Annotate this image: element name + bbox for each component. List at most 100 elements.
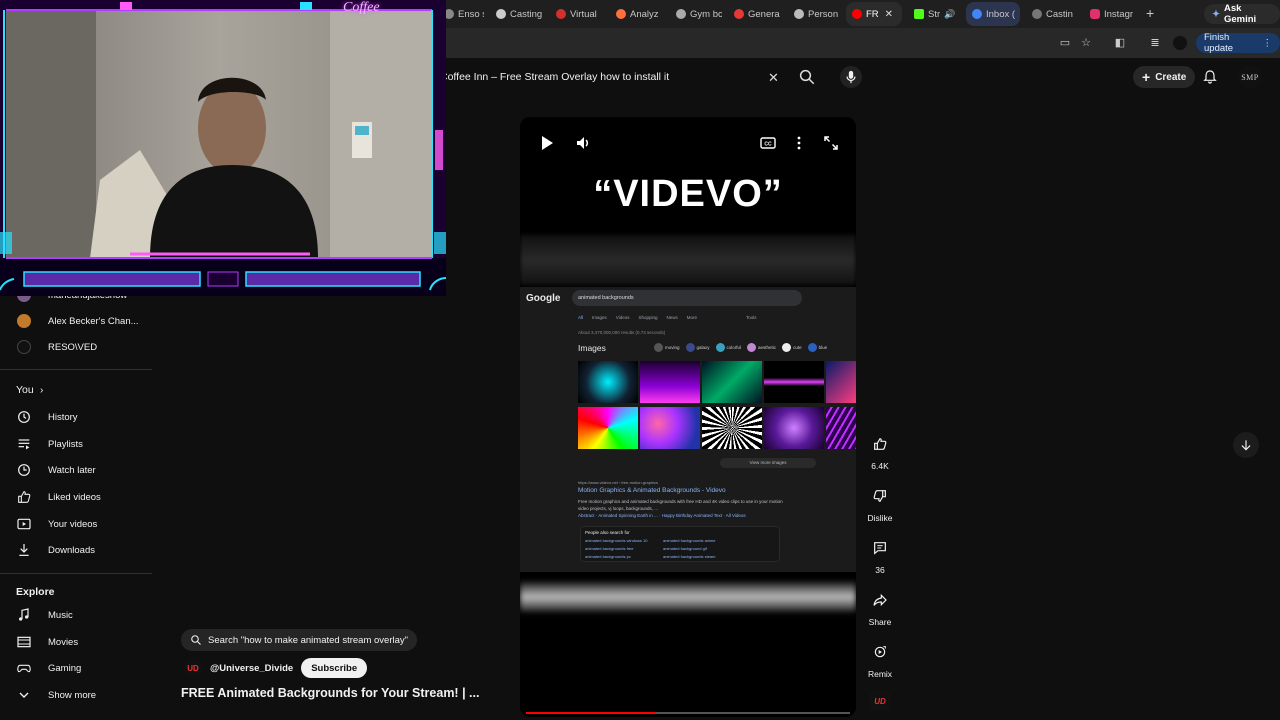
chip-label: blue <box>818 345 828 350</box>
speaker-icon[interactable]: 🔊 <box>944 9 955 20</box>
sidebar-item-label: Liked videos <box>48 491 101 503</box>
like-action[interactable]: 6.4K <box>862 429 898 471</box>
channel-handle[interactable]: @Universe_Divide <box>210 663 293 674</box>
fullscreen-icon[interactable] <box>824 136 838 150</box>
sidebar-subscription-item[interactable]: RESO\VED <box>0 334 152 360</box>
bookmark-star-icon[interactable]: ☆ <box>1079 36 1093 50</box>
dislike-button[interactable] <box>865 481 895 511</box>
tab-search-icon[interactable]: ≣ <box>1148 36 1162 50</box>
profile-icon[interactable] <box>1173 36 1187 50</box>
google-image-chips: moving galaxy colorful aesthetic cute bl… <box>654 343 827 352</box>
sidebar-item-liked-videos[interactable]: Liked videos <box>0 484 152 510</box>
comments-action[interactable]: 36 <box>862 533 898 575</box>
finish-update-label: Finish update <box>1204 32 1234 54</box>
comments-button[interactable] <box>865 533 895 563</box>
short-title[interactable]: FREE Animated Backgrounds for Your Strea… <box>181 686 479 700</box>
install-app-icon[interactable]: ▭ <box>1058 36 1072 50</box>
sidebar-you-header[interactable]: You › <box>0 377 152 403</box>
voice-search-button[interactable] <box>840 66 862 88</box>
sidebar-subscription-item[interactable]: Alex Becker's Chan... <box>0 308 152 334</box>
sidebar-item-label: Movies <box>48 636 79 648</box>
google-tab: Tools <box>746 315 757 320</box>
close-tab-icon[interactable]: ✕ <box>885 9 893 20</box>
sidebar-item-music[interactable]: Music <box>0 602 152 628</box>
finish-update-button[interactable]: Finish update ⋮ <box>1196 32 1280 54</box>
browser-tab[interactable]: Virtual <box>550 2 602 26</box>
notifications-bell-icon[interactable] <box>1202 69 1218 85</box>
google-tab: Videos <box>615 315 630 320</box>
create-button[interactable]: + Create <box>1133 66 1196 88</box>
remix-action[interactable]: Remix <box>862 637 898 679</box>
svg-text:CC: CC <box>764 142 772 148</box>
sidebar-item-history[interactable]: History <box>0 404 152 430</box>
tab-favicon <box>1090 9 1100 19</box>
account-avatar[interactable]: SMP <box>1238 65 1262 89</box>
sidebar-item-playlists[interactable]: Playlists <box>0 431 152 457</box>
browser-tab[interactable]: Person <box>788 2 842 26</box>
pasf-heading: People also search for <box>585 530 630 535</box>
google-tab: Shopping <box>638 315 658 320</box>
pasf-chip: animated backgrounds anime <box>663 538 716 543</box>
sidebar-item-watch-later[interactable]: Watch later <box>0 457 152 483</box>
sidebar-item-show-more[interactable]: Show more <box>0 682 152 708</box>
next-video-button[interactable] <box>1233 432 1259 458</box>
sidebar-item-your-videos[interactable]: Your videos <box>0 511 152 537</box>
like-button[interactable] <box>865 429 895 459</box>
captions-icon[interactable]: CC <box>760 137 776 149</box>
google-image-grid <box>578 361 856 449</box>
ask-gemini-button[interactable]: ✦ Ask Gemini <box>1204 3 1280 25</box>
download-icon <box>19 544 29 556</box>
dislike-label: Dislike <box>867 513 893 523</box>
browser-tab[interactable]: Gym bc <box>670 2 722 26</box>
google-result-stats: About 3,470,000,000 results (0.73 second… <box>578 330 666 335</box>
remix-icon <box>874 646 886 658</box>
browser-tab[interactable]: Str 🔊 <box>908 2 960 26</box>
browser-tab-active[interactable]: FR ✕ <box>846 2 902 26</box>
browser-tab[interactable]: Castin <box>1026 2 1080 26</box>
browser-tab[interactable]: Instagr <box>1084 2 1142 26</box>
search-icon[interactable] <box>798 68 816 86</box>
play-icon[interactable] <box>540 135 554 151</box>
channel-avatar[interactable]: UD <box>184 659 202 677</box>
browser-tab[interactable]: Analyz <box>610 2 664 26</box>
google-result-title: Motion Graphics & Animated Backgrounds -… <box>578 487 726 494</box>
like-count: 6.4K <box>871 461 889 471</box>
dislike-action[interactable]: Dislike <box>862 481 898 523</box>
share-action[interactable]: Share <box>862 585 898 627</box>
blurred-caption-strip <box>520 235 856 285</box>
embedded-google-screenshot: Google animated backgrounds All Images V… <box>520 287 856 572</box>
tab-label: Casting <box>510 8 542 20</box>
comments-count: 36 <box>875 565 885 575</box>
clear-search-icon[interactable]: ✕ <box>768 70 779 86</box>
subscribe-button[interactable]: Subscribe <box>301 658 368 678</box>
tab-favicon <box>676 9 686 19</box>
sidebar-item-gaming[interactable]: Gaming <box>0 655 152 681</box>
share-button[interactable] <box>865 585 895 615</box>
browser-tab[interactable]: Casting <box>490 2 542 26</box>
video-progress-bar[interactable] <box>526 712 850 714</box>
volume-icon[interactable] <box>576 136 592 150</box>
browser-tab[interactable]: Genera <box>728 2 782 26</box>
google-tab: News <box>666 315 678 320</box>
chip-label: colorful <box>726 345 742 350</box>
image-thumbnail <box>826 361 856 403</box>
search-suggestion-chip[interactable]: Search "how to make animated stream over… <box>181 629 418 651</box>
tab-favicon <box>734 9 744 19</box>
audio-source-avatar[interactable]: UD <box>869 691 891 711</box>
shorts-video-player[interactable]: CC “VIDEVO” Google animated backgrounds … <box>520 117 856 717</box>
movies-icon <box>17 636 31 648</box>
tab-favicon <box>616 9 626 19</box>
picture-in-picture-icon[interactable]: ◧ <box>1113 36 1127 50</box>
chevron-right-icon: › <box>40 384 44 396</box>
more-vert-icon[interactable] <box>796 136 802 150</box>
new-tab-button[interactable]: + <box>1146 5 1154 21</box>
remix-button[interactable] <box>865 637 895 667</box>
watch-later-icon <box>18 464 30 476</box>
tab-label: Str <box>928 8 941 20</box>
search-input[interactable]: Coffee Inn – Free Stream Overlay how to … <box>436 64 790 90</box>
browser-tab[interactable]: Inbox ( <box>966 2 1020 26</box>
playlists-icon <box>18 439 30 450</box>
sidebar-item-movies[interactable]: Movies <box>0 629 152 655</box>
sidebar-item-downloads[interactable]: Downloads <box>0 537 152 563</box>
your-videos-icon <box>17 518 31 530</box>
